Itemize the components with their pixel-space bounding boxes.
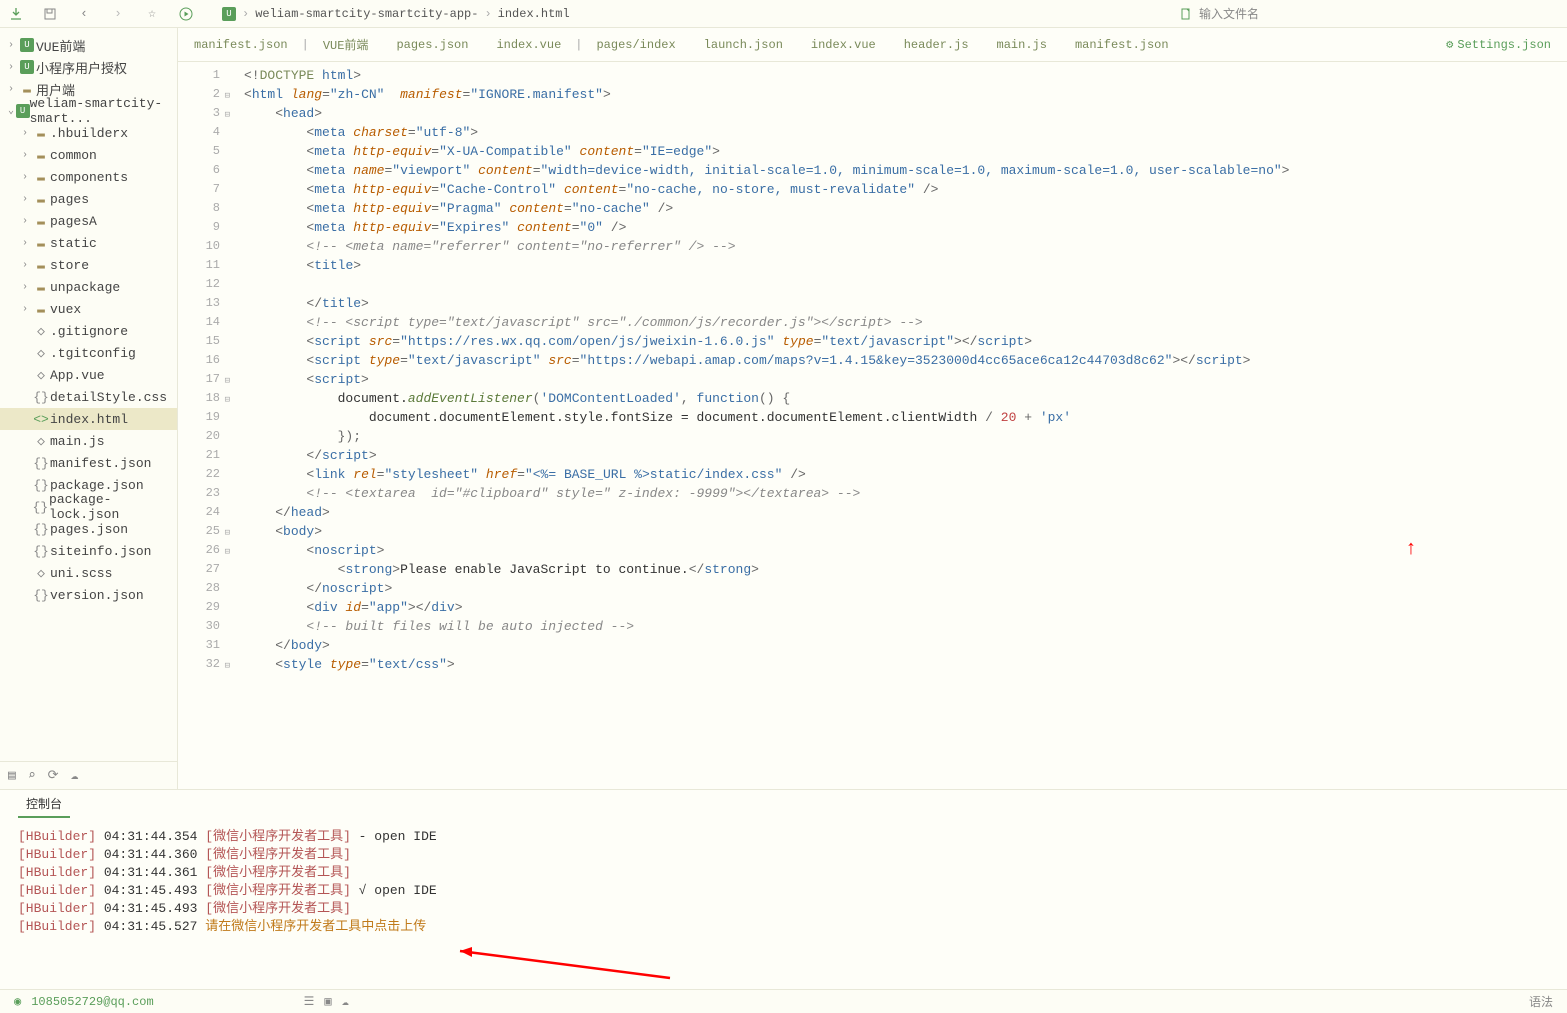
editor-pane: manifest.json | VUE前端 pages.json index.vue | p…	[178, 28, 1567, 789]
project-badge-icon: U	[222, 7, 236, 21]
tree-item-pagesA[interactable]: ›▬pagesA	[0, 210, 177, 232]
console-output[interactable]: [HBuilder] 04:31:44.354 [微信小程序开发者工具] - o…	[0, 818, 1567, 989]
breadcrumb-item[interactable]: index.html	[498, 7, 570, 21]
annotation-arrow-up: ↑	[1405, 538, 1417, 561]
console-line: [HBuilder] 04:31:44.354 [微信小程序开发者工具] - o…	[18, 828, 1549, 846]
syntax-label[interactable]: 语法	[1529, 993, 1553, 1010]
console-line: [HBuilder] 04:31:45.493 [微信小程序开发者工具] √ o…	[18, 882, 1549, 900]
editor-tabs: manifest.json | VUE前端 pages.json index.vue | p…	[178, 28, 1567, 62]
indent-icon[interactable]: ☰	[304, 994, 315, 1009]
code-content[interactable]: <!DOCTYPE html><html lang="zh-CN" manife…	[232, 62, 1567, 789]
console-tab[interactable]: 控制台	[18, 791, 70, 818]
tree-item-detailStyle-css[interactable]: {}detailStyle.css	[0, 386, 177, 408]
tree-item-unpackage[interactable]: ›▬unpackage	[0, 276, 177, 298]
tab-VUE-[interactable]: VUE前端	[323, 36, 369, 53]
user-email[interactable]: 1085052729@qq.com	[31, 995, 153, 1009]
status-bar: ◉ 1085052729@qq.com ☰ ▣ ☁ 语法	[0, 989, 1567, 1013]
gear-icon: ⚙	[1446, 37, 1453, 52]
list-icon[interactable]: ▤	[8, 768, 16, 783]
tree-item-common[interactable]: ›▬common	[0, 144, 177, 166]
console-line: [HBuilder] 04:31:45.527 请在微信小程序开发者工具中点击上…	[18, 918, 1549, 936]
settings-tab[interactable]: ⚙ Settings.json	[1446, 37, 1551, 52]
star-icon[interactable]: ☆	[144, 6, 160, 22]
tree-item-version-json[interactable]: {}version.json	[0, 584, 177, 606]
import-icon[interactable]	[8, 6, 24, 22]
code-editor[interactable]: 12⊟3⊟4567891011121314151617⊟18⊟192021222…	[178, 62, 1567, 789]
tree-item-package-lock-json[interactable]: {}package-lock.json	[0, 496, 177, 518]
tab-launch-json[interactable]: launch.json	[704, 38, 783, 52]
tab-main-js[interactable]: main.js	[997, 38, 1047, 52]
tab-header-js[interactable]: header.js	[904, 38, 969, 52]
filename-search[interactable]: 输入文件名	[1179, 5, 1259, 22]
sidebar-bottom-toolbar: ▤ ⌕ ⟳ ☁	[0, 761, 177, 789]
tree-item-manifest-json[interactable]: {}manifest.json	[0, 452, 177, 474]
tree-item--gitignore[interactable]: ◇.gitignore	[0, 320, 177, 342]
back-icon[interactable]: ‹	[76, 6, 92, 22]
new-file-icon	[1179, 7, 1193, 21]
tab-separator: |	[575, 38, 582, 52]
tree-item-pages[interactable]: ›▬pages	[0, 188, 177, 210]
tree-item-main-js[interactable]: ◇main.js	[0, 430, 177, 452]
tree-item-siteinfo-json[interactable]: {}siteinfo.json	[0, 540, 177, 562]
terminal-icon[interactable]: ▣	[324, 994, 331, 1009]
breadcrumb: U › weliam-smartcity-smartcity-app- › in…	[222, 7, 570, 21]
search-icon[interactable]: ⌕	[28, 768, 36, 783]
console-line: [HBuilder] 04:31:44.360 [微信小程序开发者工具]	[18, 846, 1549, 864]
tree-item-weliam-smartcity-smart-[interactable]: ⌄Uweliam-smartcity-smart...	[0, 100, 177, 122]
line-gutter: 12⊟3⊟4567891011121314151617⊟18⊟192021222…	[178, 62, 232, 789]
console-line: [HBuilder] 04:31:45.493 [微信小程序开发者工具]	[18, 900, 1549, 918]
tab-manifest-json[interactable]: manifest.json	[194, 38, 288, 52]
tab-pages-index[interactable]: pages/index	[596, 38, 675, 52]
tree-item-static[interactable]: ›▬static	[0, 232, 177, 254]
tab-pages-json[interactable]: pages.json	[396, 38, 468, 52]
tree-item-components[interactable]: ›▬components	[0, 166, 177, 188]
cloud2-icon[interactable]: ☁	[342, 994, 349, 1009]
tree-item--[interactable]: ›U小程序用户授权	[0, 56, 177, 78]
tab-separator: |	[302, 38, 309, 52]
breadcrumb-item[interactable]: weliam-smartcity-smartcity-app-	[255, 7, 478, 21]
tree-item--tgitconfig[interactable]: ◇.tgitconfig	[0, 342, 177, 364]
tab-index-vue[interactable]: index.vue	[496, 38, 561, 52]
annotation-arrow-left	[450, 943, 680, 983]
console-line: [HBuilder] 04:31:44.361 [微信小程序开发者工具]	[18, 864, 1549, 882]
tree-item-VUE-[interactable]: ›UVUE前端	[0, 34, 177, 56]
top-toolbar: ‹ › ☆ U › weliam-smartcity-smartcity-app…	[0, 0, 1567, 28]
forward-icon[interactable]: ›	[110, 6, 126, 22]
tree-item-index-html[interactable]: <>index.html	[0, 408, 177, 430]
console-panel: 控制台 [HBuilder] 04:31:44.354 [微信小程序开发者工具]…	[0, 789, 1567, 989]
tab-index-vue[interactable]: index.vue	[811, 38, 876, 52]
sync-icon[interactable]: ⟳	[48, 768, 59, 783]
tree-item-App-vue[interactable]: ◇App.vue	[0, 364, 177, 386]
user-status-icon: ◉	[14, 994, 21, 1009]
tree-item-vuex[interactable]: ›▬vuex	[0, 298, 177, 320]
tree-item-uni-scss[interactable]: ◇uni.scss	[0, 562, 177, 584]
tree-item-store[interactable]: ›▬store	[0, 254, 177, 276]
run-icon[interactable]	[178, 6, 194, 22]
cloud-icon[interactable]: ☁	[71, 768, 79, 783]
save-icon[interactable]	[42, 6, 58, 22]
tab-manifest-json[interactable]: manifest.json	[1075, 38, 1169, 52]
file-explorer: ›UVUE前端›U小程序用户授权›▬用户端⌄Uweliam-smartcity-…	[0, 28, 178, 789]
